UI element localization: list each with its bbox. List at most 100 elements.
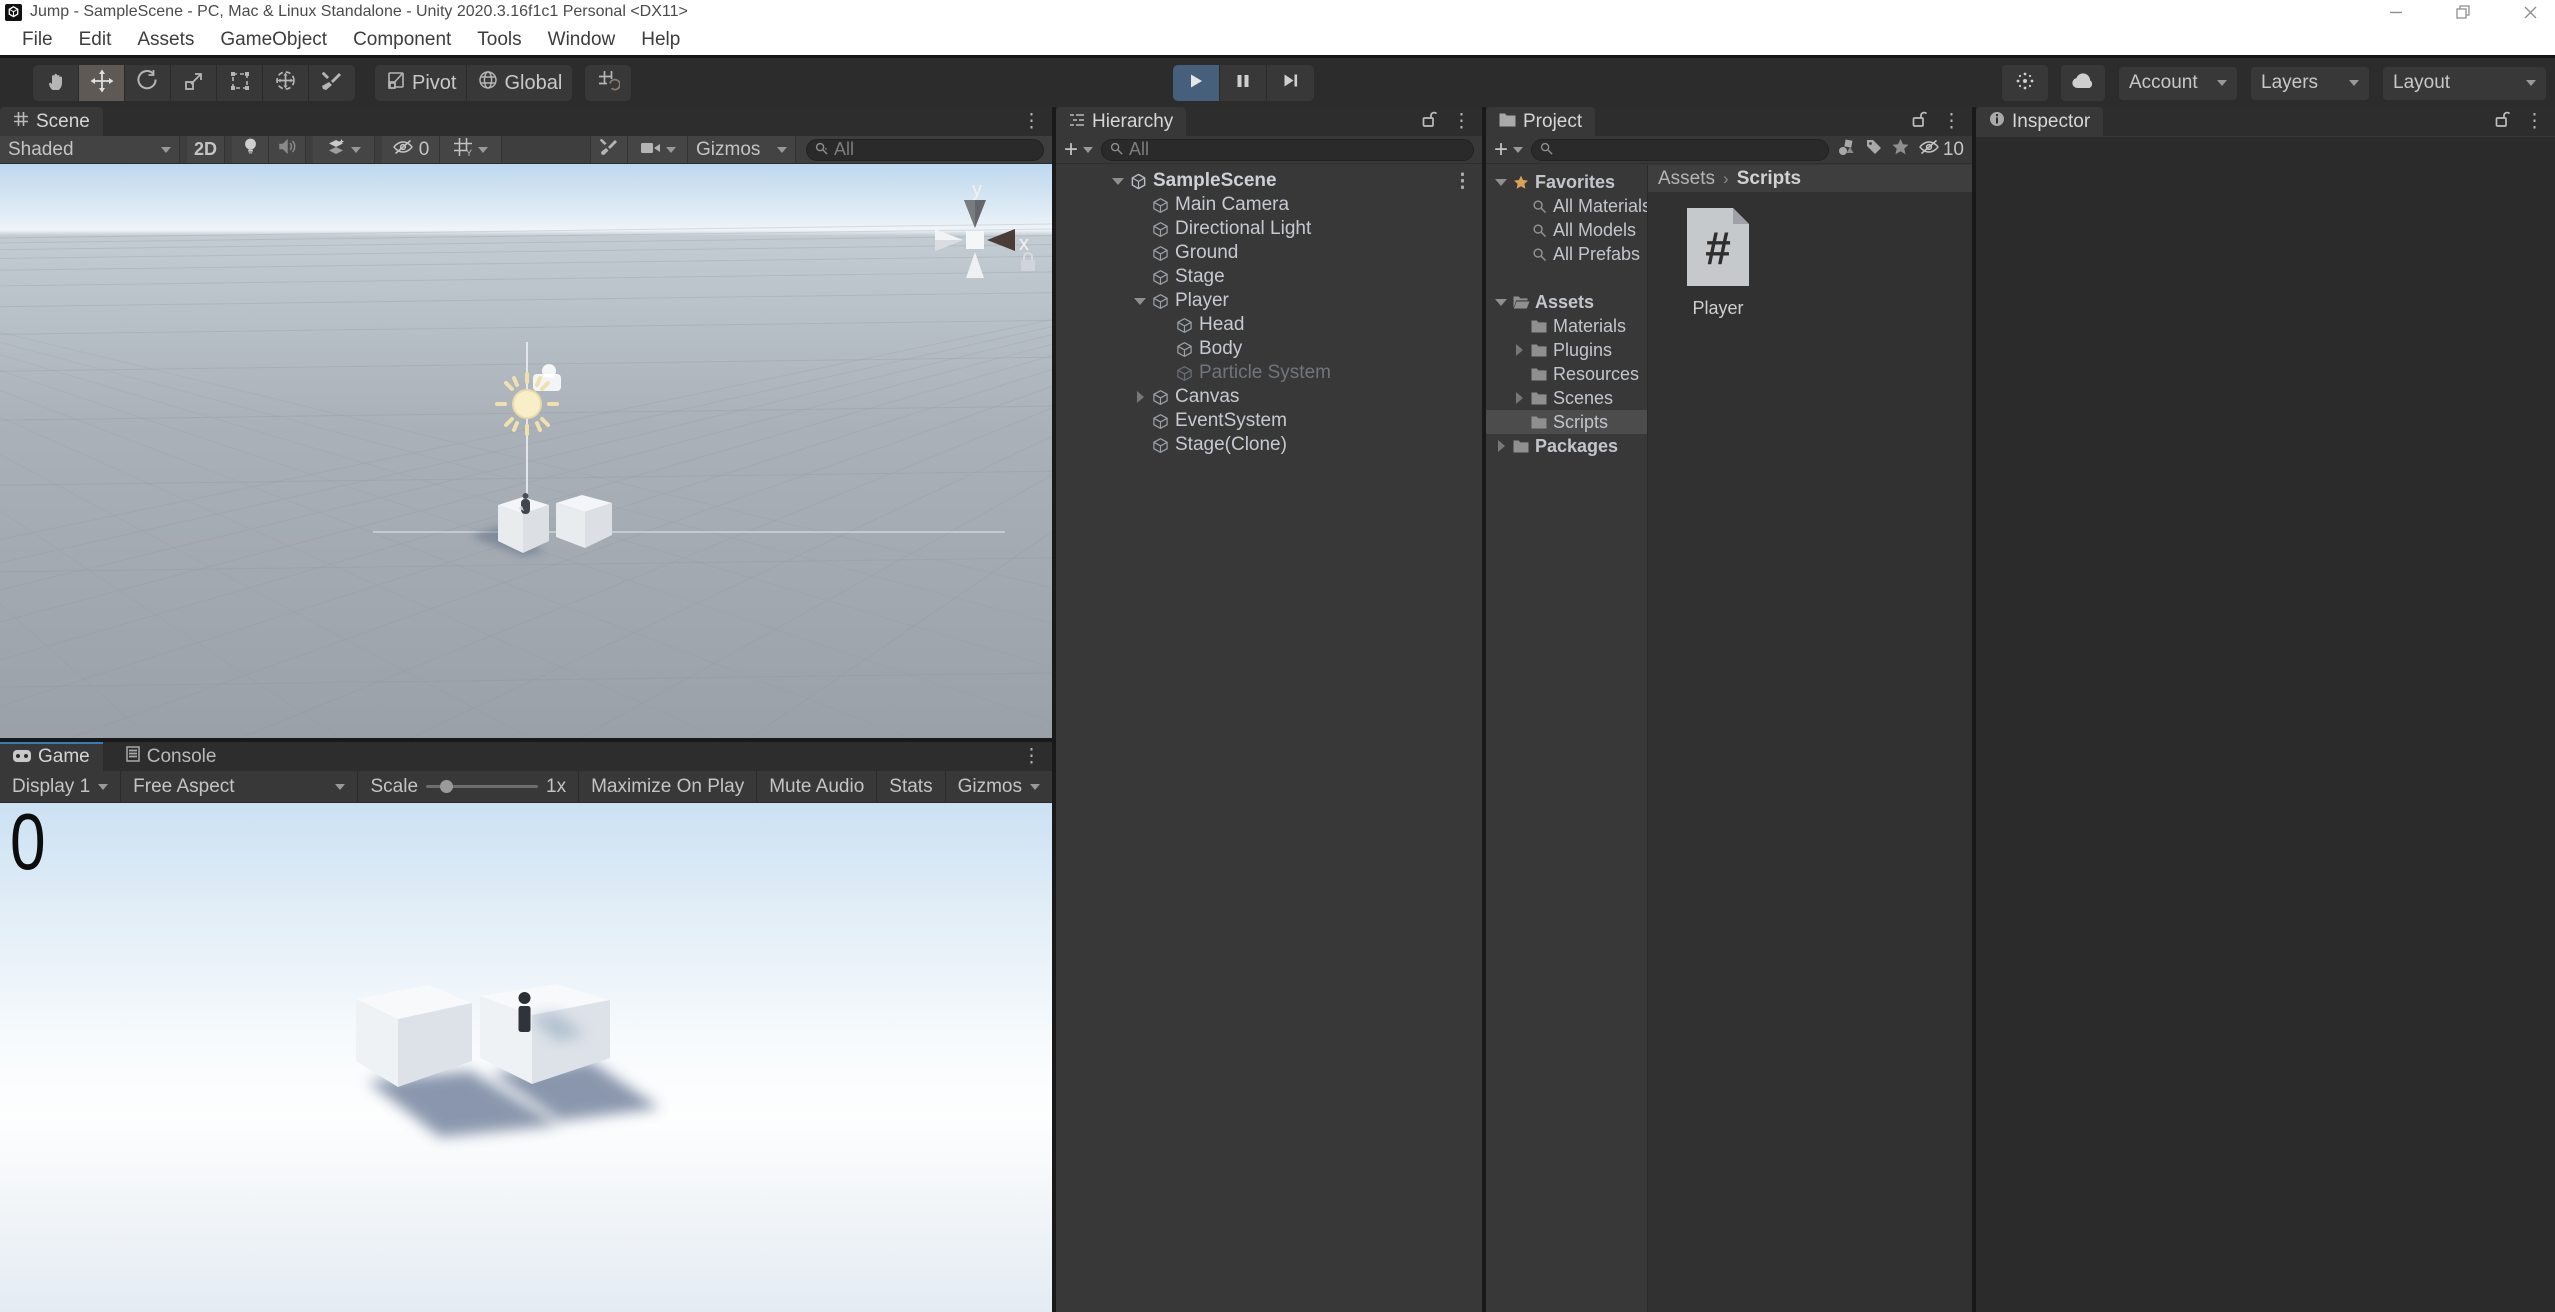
hierarchy-item-main-camera[interactable]: Main Camera — [1056, 193, 1482, 217]
lock-icon[interactable] — [1912, 111, 1927, 133]
stats-toggle[interactable]: Stats — [877, 771, 945, 802]
project-search-input[interactable] — [1559, 139, 1820, 160]
inspector-menu-kebab-icon[interactable]: ⋮ — [2525, 112, 2544, 131]
collapse-caret-icon[interactable] — [1137, 391, 1144, 403]
audio-toggle[interactable] — [269, 136, 306, 163]
2d-toggle[interactable]: 2D — [187, 136, 225, 163]
account-dropdown[interactable]: Account — [2119, 67, 2237, 100]
maximize-on-play-toggle[interactable]: Maximize On Play — [578, 771, 757, 802]
grid-visibility-dropdown[interactable]: Y — [440, 136, 502, 163]
project-folder-resources[interactable]: Resources — [1486, 362, 1647, 386]
collapse-caret-icon[interactable] — [1516, 344, 1523, 356]
breadcrumb-current[interactable]: Scripts — [1737, 168, 1801, 190]
grid-snap-button[interactable] — [585, 65, 631, 101]
menu-tools[interactable]: Tools — [464, 24, 534, 55]
lock-icon[interactable] — [1422, 111, 1437, 133]
aspect-dropdown[interactable]: Free Aspect — [121, 771, 358, 802]
project-section-favorites[interactable]: Favorites — [1486, 170, 1647, 194]
hierarchy-item-ground[interactable]: Ground — [1056, 241, 1482, 265]
rotate-tool-button[interactable] — [125, 65, 171, 101]
scene-menu-kebab-icon[interactable]: ⋮ — [1022, 112, 1041, 131]
hierarchy-item-particle-system[interactable]: Particle System — [1056, 361, 1482, 385]
game-menu-kebab-icon[interactable]: ⋮ — [1022, 747, 1041, 766]
hierarchy-menu-kebab-icon[interactable]: ⋮ — [1452, 112, 1471, 131]
close-button[interactable] — [2522, 4, 2539, 21]
breadcrumb-assets[interactable]: Assets — [1658, 168, 1715, 190]
project-folder-all-models[interactable]: All Models — [1486, 218, 1647, 242]
project-folder-all-prefabs[interactable]: All Prefabs — [1486, 242, 1647, 266]
minimize-button[interactable] — [2388, 4, 2405, 21]
shading-mode-dropdown[interactable]: Shaded — [0, 136, 180, 163]
expand-caret-icon[interactable] — [1112, 178, 1124, 185]
collapse-caret-icon[interactable] — [1516, 392, 1523, 404]
project-folder-plugins[interactable]: Plugins — [1486, 338, 1647, 362]
hierarchy-item-eventsystem[interactable]: EventSystem — [1056, 409, 1482, 433]
filter-by-type-icon[interactable] — [1837, 138, 1857, 162]
expand-caret-icon[interactable] — [1495, 299, 1507, 306]
hierarchy-item-stage[interactable]: Stage — [1056, 265, 1482, 289]
hierarchy-item-player[interactable]: Player — [1056, 289, 1482, 313]
filter-by-label-icon[interactable] — [1865, 138, 1883, 162]
step-button[interactable] — [1267, 65, 1314, 101]
project-folder-all-materials[interactable]: All Materials — [1486, 194, 1647, 218]
lighting-toggle[interactable] — [232, 136, 269, 163]
project-search[interactable] — [1531, 139, 1829, 161]
layout-dropdown[interactable]: Layout — [2383, 67, 2546, 100]
menu-file[interactable]: File — [9, 24, 66, 55]
tab-scene[interactable]: Scene — [0, 107, 103, 136]
tab-hierarchy[interactable]: Hierarchy — [1056, 107, 1186, 136]
hierarchy-scene-root[interactable]: SampleScene ⋮ — [1056, 169, 1482, 193]
menu-component[interactable]: Component — [340, 24, 464, 55]
asset-player[interactable]: # Player — [1670, 206, 1766, 319]
expand-caret-icon[interactable] — [1134, 298, 1146, 305]
rect-tool-button[interactable] — [217, 65, 263, 101]
scene-search-input[interactable] — [834, 139, 1035, 160]
scene-tools-button[interactable] — [590, 136, 628, 163]
hierarchy-item-canvas[interactable]: Canvas — [1056, 385, 1482, 409]
menu-window[interactable]: Window — [535, 24, 629, 55]
restore-button[interactable] — [2455, 4, 2472, 21]
scene-root-kebab-icon[interactable]: ⋮ — [1453, 172, 1472, 191]
menu-assets[interactable]: Assets — [124, 24, 207, 55]
menu-edit[interactable]: Edit — [66, 24, 125, 55]
hierarchy-search-input[interactable] — [1129, 139, 1465, 160]
pivot-toggle[interactable]: Pivot — [375, 65, 467, 101]
move-tool-button[interactable] — [79, 65, 125, 101]
global-toggle[interactable]: Global — [467, 65, 572, 101]
project-folder-scripts[interactable]: Scripts — [1486, 410, 1647, 434]
hierarchy-item-directional-light[interactable]: Directional Light — [1056, 217, 1482, 241]
collapse-caret-icon[interactable] — [1498, 440, 1505, 452]
menu-gameobject[interactable]: GameObject — [207, 24, 340, 55]
expand-caret-icon[interactable] — [1495, 179, 1507, 186]
hidden-packages-toggle[interactable]: 10 — [1918, 138, 1972, 162]
custom-tool-button[interactable] — [309, 65, 355, 101]
menu-help[interactable]: Help — [628, 24, 693, 55]
scene-visibility-toggle[interactable]: 0 — [382, 136, 440, 163]
game-gizmos-dropdown[interactable]: Gizmos — [946, 771, 1052, 802]
scene-camera-dropdown[interactable] — [628, 136, 688, 163]
hierarchy-item-head[interactable]: Head — [1056, 313, 1482, 337]
scale-tool-button[interactable] — [171, 65, 217, 101]
scene-gizmos-dropdown[interactable]: Gizmos — [688, 136, 796, 163]
scene-viewport[interactable]: y x — [0, 164, 1052, 738]
project-folder-materials[interactable]: Materials — [1486, 314, 1647, 338]
project-menu-kebab-icon[interactable]: ⋮ — [1942, 112, 1961, 131]
project-section-packages[interactable]: Packages — [1486, 434, 1647, 458]
favorites-filter-icon[interactable] — [1891, 138, 1910, 162]
scene-search[interactable] — [806, 139, 1044, 161]
scale-slider[interactable] — [426, 785, 538, 788]
tab-console[interactable]: Console — [113, 742, 230, 771]
cloud-button[interactable] — [2061, 65, 2105, 101]
mute-audio-toggle[interactable]: Mute Audio — [757, 771, 877, 802]
tab-game[interactable]: Game — [0, 742, 103, 771]
hierarchy-item-stage-clone[interactable]: Stage(Clone) — [1056, 433, 1482, 457]
display-dropdown[interactable]: Display 1 — [0, 771, 121, 802]
pause-button[interactable] — [1220, 65, 1267, 101]
project-section-assets[interactable]: Assets — [1486, 290, 1647, 314]
background-tasks-button[interactable] — [2002, 65, 2048, 101]
lock-icon[interactable] — [2495, 111, 2510, 133]
hierarchy-item-body[interactable]: Body — [1056, 337, 1482, 361]
effects-dropdown[interactable] — [313, 136, 375, 163]
play-button[interactable] — [1173, 65, 1220, 101]
hierarchy-search[interactable] — [1101, 139, 1474, 161]
